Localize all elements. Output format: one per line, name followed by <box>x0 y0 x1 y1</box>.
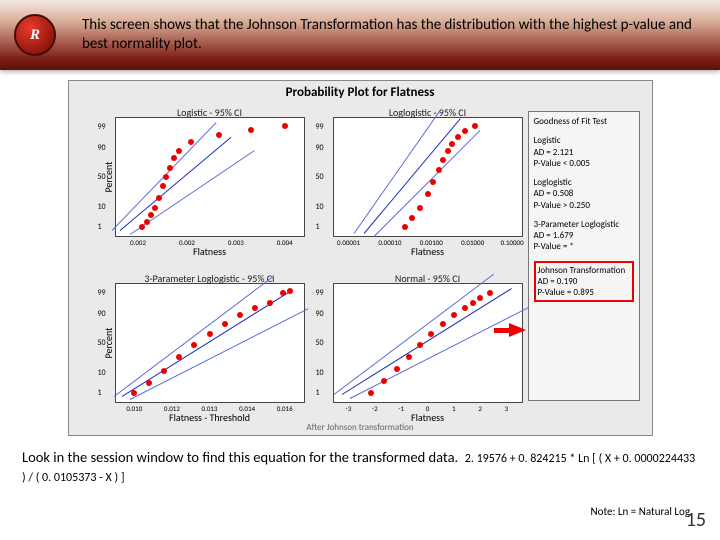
xtick: 0.002 <box>179 238 195 247</box>
ytick: 50 <box>98 338 106 348</box>
xtick: -3 <box>346 404 352 413</box>
ytick: 10 <box>316 202 324 212</box>
xtick: 0.014 <box>239 404 255 413</box>
stat-p: P-Value > 0.250 <box>534 200 634 211</box>
ytick: 1 <box>98 222 102 232</box>
ci-line <box>333 274 493 395</box>
ytick: 90 <box>98 309 106 319</box>
banner-text: This screen shows that the Johnson Trans… <box>82 16 720 54</box>
stat-name: Logistic <box>534 135 634 146</box>
xtick: 0.00100 <box>420 238 443 247</box>
xtick: -2 <box>372 404 378 413</box>
stats-group: 3-Parameter Loglogistic AD = 1.679 P-Val… <box>534 219 634 253</box>
ytick: 1 <box>98 388 102 398</box>
xtick: 0.00001 <box>337 238 360 247</box>
footnote: Note: Ln = Natural Log <box>591 505 690 518</box>
stats-group: Logistic AD = 2.121 P-Value < 0.005 <box>534 135 634 169</box>
panel-title: Logistic - 95% CI <box>116 106 304 119</box>
goodness-of-fit-panel: Goodness of Fit Test Logistic AD = 2.121… <box>528 111 640 401</box>
ci-line <box>113 276 273 397</box>
stat-name: 3-Parameter Loglogistic <box>534 219 634 230</box>
caption-lead: Look in the session window to find this … <box>22 448 458 466</box>
panel-title: Loglogistic - 95% CI <box>334 106 522 119</box>
ytick: 90 <box>316 309 324 319</box>
xtick: 0.010 <box>126 404 142 413</box>
ytick: 99 <box>98 288 106 298</box>
xtick: 0 <box>426 404 430 413</box>
stats-group: Loglogistic AD = 0.508 P-Value > 0.250 <box>534 177 634 211</box>
panel-normal: Normal - 95% CI Flatness 99 90 50 10 1 -… <box>333 283 523 403</box>
stat-name: Loglogistic <box>534 177 634 188</box>
ci-line <box>353 110 440 233</box>
bottom-caption: Look in the session window to find this … <box>22 448 698 486</box>
ytick: 10 <box>98 202 106 212</box>
ytick: 90 <box>98 143 106 153</box>
ytick: 50 <box>316 338 324 348</box>
fit-line <box>341 288 511 395</box>
stat-p: P-Value = * <box>534 241 634 252</box>
panel-loglogistic: Loglogistic - 95% CI Flatness 99 90 50 1… <box>333 117 523 237</box>
ytick: 50 <box>98 172 106 182</box>
probability-figure: Probability Plot for Flatness Logistic -… <box>68 80 653 436</box>
ytick: 99 <box>316 122 324 132</box>
figure-footer: After Johnson transformation <box>69 422 652 433</box>
stats-group-highlighted: Johnson Transformation AD = 0.190 P-Valu… <box>534 261 634 303</box>
xtick: 0.002 <box>130 238 146 247</box>
xtick: 1 <box>452 404 456 413</box>
panel-logistic: Logistic - 95% CI Percent Flatness 99 90… <box>115 117 305 237</box>
page-number: 15 <box>686 508 706 532</box>
stat-ad: AD = 1.679 <box>534 230 634 241</box>
figure-title: Probability Plot for Flatness <box>69 85 652 100</box>
ytick: 10 <box>316 368 324 378</box>
ci-line <box>129 308 308 400</box>
ci-line <box>349 307 528 399</box>
stat-ad: AD = 2.121 <box>534 147 634 158</box>
xtick: 0.00010 <box>378 238 401 247</box>
stat-name: Johnson Transformation <box>538 265 630 276</box>
xtick: 0.016 <box>277 404 293 413</box>
callout-arrow-icon <box>509 323 526 337</box>
panel-title: 3-Parameter Loglogistic - 95% CI <box>116 272 304 285</box>
panel-3p-loglogistic: 3-Parameter Loglogistic - 95% CI Percent… <box>115 283 305 403</box>
xtick: 0.013 <box>202 404 218 413</box>
ytick: 1 <box>316 388 320 398</box>
ytick: 90 <box>316 143 324 153</box>
stat-p: P-Value = 0.895 <box>538 287 630 298</box>
xtick: 0.10000 <box>501 238 524 247</box>
xtick: 0.004 <box>277 238 293 247</box>
xtick: -1 <box>398 404 404 413</box>
ytick: 10 <box>98 368 106 378</box>
ytick: 50 <box>316 172 324 182</box>
stat-p: P-Value < 0.005 <box>534 158 634 169</box>
rheem-logo: R <box>14 14 56 56</box>
header-banner: R This screen shows that the Johnson Tra… <box>0 0 720 70</box>
ytick: 1 <box>316 222 320 232</box>
stat-ad: AD = 0.508 <box>534 188 634 199</box>
ytick: 99 <box>98 122 106 132</box>
stats-header: Goodness of Fit Test <box>534 116 634 127</box>
xtick: 3 <box>505 404 509 413</box>
fit-line <box>119 137 231 231</box>
xtick: 2 <box>478 404 482 413</box>
xtick: 0.01000 <box>461 238 484 247</box>
xtick: 0.003 <box>228 238 244 247</box>
ytick: 99 <box>316 288 324 298</box>
stat-ad: AD = 0.190 <box>538 276 630 287</box>
xtick: 0.012 <box>164 404 180 413</box>
